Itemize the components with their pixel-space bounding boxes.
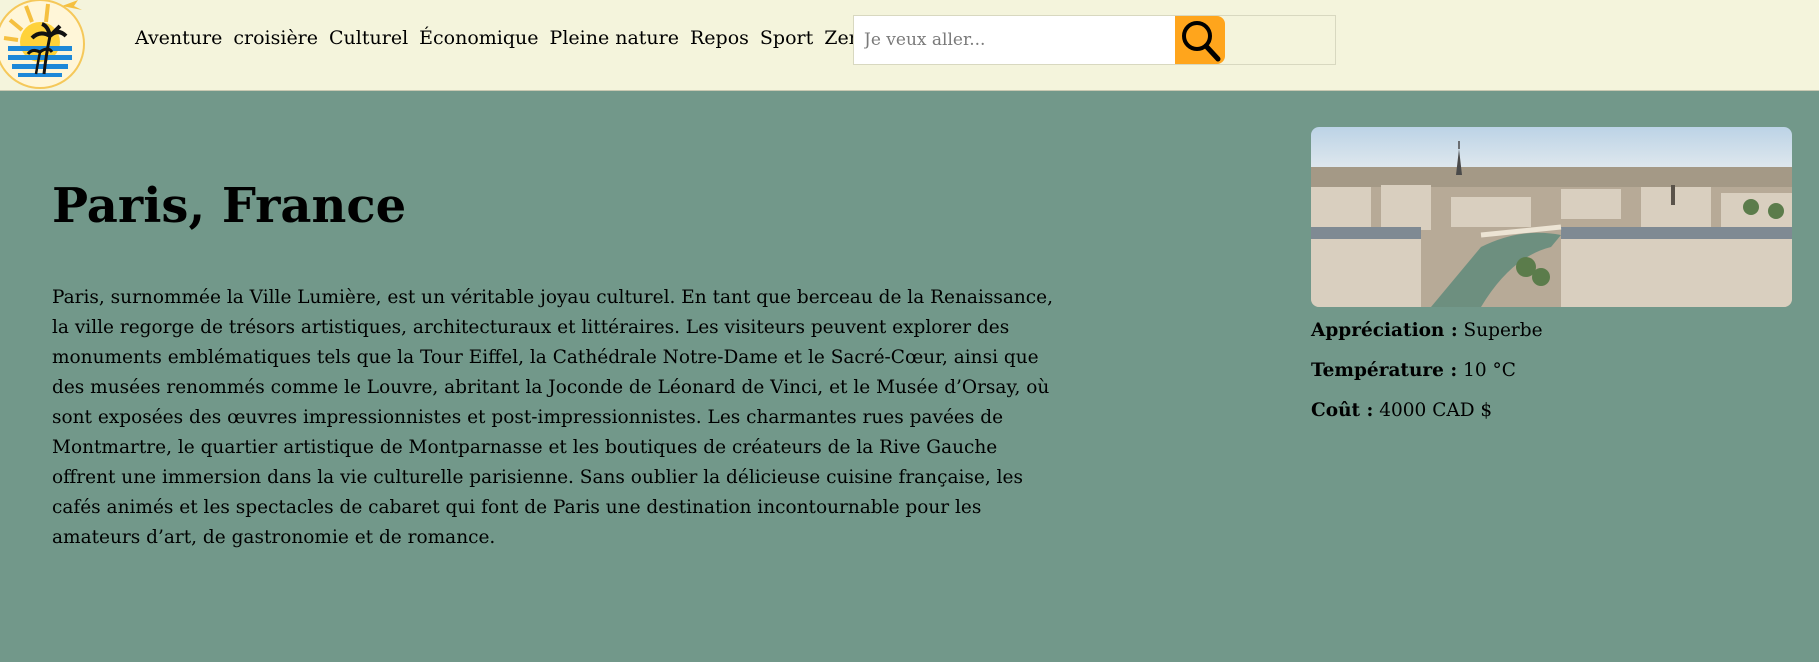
- nav-item-sport[interactable]: Sport: [760, 27, 813, 49]
- page-title: Paris, France: [52, 178, 407, 234]
- cost-row: Coût : 4000 CAD $: [1311, 391, 1792, 431]
- cost-label: Coût :: [1311, 400, 1374, 421]
- cost-value: 4000 CAD $: [1379, 400, 1493, 421]
- nav-item-repos[interactable]: Repos: [690, 27, 749, 49]
- search-bar: [853, 15, 1336, 65]
- search-button[interactable]: [1175, 16, 1225, 64]
- temperature-label: Température :: [1311, 360, 1458, 381]
- appreciation-label: Appréciation :: [1311, 320, 1458, 341]
- magnifier-icon: [1182, 21, 1221, 62]
- paris-photo: [1311, 127, 1792, 307]
- temperature-value: 10 °C: [1463, 360, 1516, 381]
- temperature-row: Température : 10 °C: [1311, 351, 1792, 391]
- navbar: Aventure croisière Culturel Économique P…: [0, 0, 1819, 91]
- search-input[interactable]: [854, 16, 1175, 64]
- appreciation-row: Appréciation : Superbe: [1311, 311, 1792, 351]
- sun-palm-logo-icon[interactable]: [0, 0, 90, 90]
- category-nav: Aventure croisière Culturel Économique P…: [135, 27, 872, 49]
- destination-sidebar: Appréciation : Superbe Température : 10 …: [1311, 127, 1792, 431]
- nav-item-croisiere[interactable]: croisière: [233, 27, 318, 49]
- destination-description: Paris, surnommée la Ville Lumière, est u…: [52, 286, 1053, 548]
- nav-item-economique[interactable]: Économique: [419, 27, 538, 49]
- nav-item-culturel[interactable]: Culturel: [329, 27, 408, 49]
- appreciation-value: Superbe: [1463, 320, 1543, 341]
- nav-item-aventure[interactable]: Aventure: [135, 27, 222, 49]
- destination-content: Paris, France Paris, surnommée la Ville …: [52, 180, 1062, 553]
- nav-item-pleine-nature[interactable]: Pleine nature: [550, 27, 679, 49]
